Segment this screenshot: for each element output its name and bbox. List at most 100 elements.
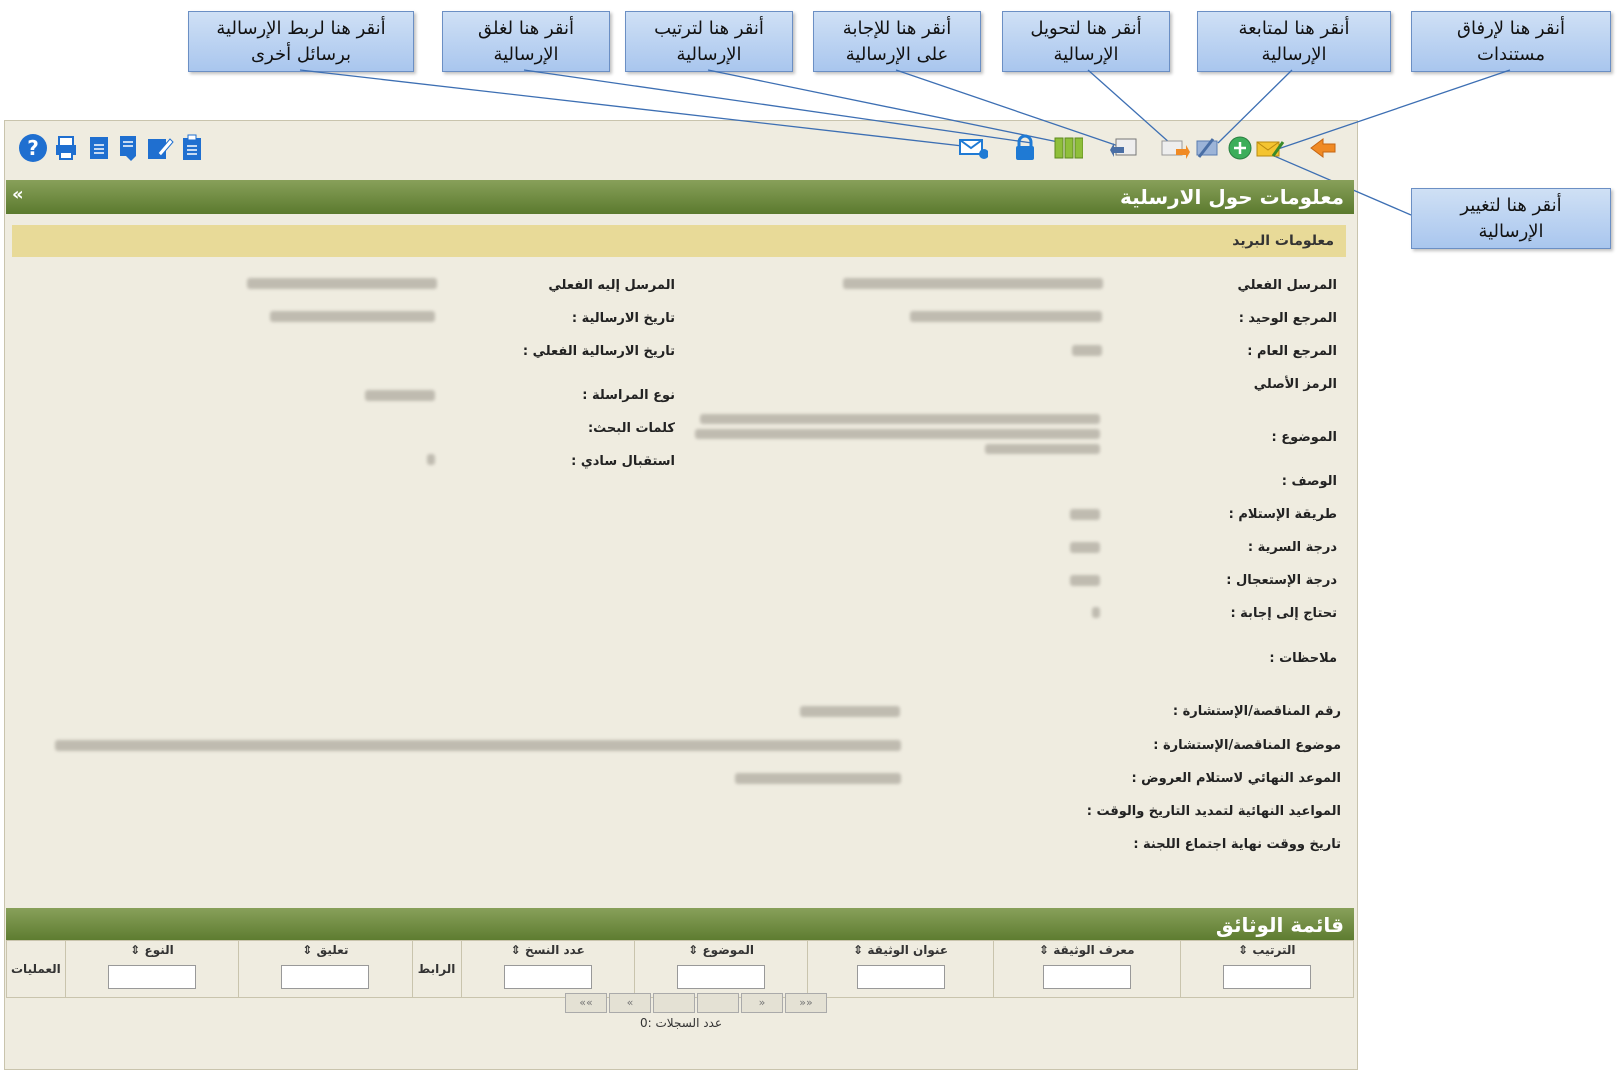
callout-line: أنقر هنا للإجابة <box>842 17 952 39</box>
label-regular: استقبال سادي : <box>571 454 675 469</box>
document-icon[interactable] <box>84 133 114 163</box>
label-urgency: درجة الإستعجال : <box>1226 573 1337 588</box>
label-tender-committee: تاريخ ووقت نهاية اجتماع اللجنة : <box>1133 837 1341 852</box>
docs-section-header[interactable]: قائمة الوثائق <box>6 908 1354 942</box>
redacted-value <box>1070 509 1100 520</box>
forward-icon[interactable] <box>1160 133 1190 163</box>
document-list-icon[interactable] <box>114 133 144 163</box>
label-original-code: الرمز الأصلي <box>1253 377 1337 392</box>
redacted-value <box>55 740 901 751</box>
col-order[interactable]: الترتيب ⇕ <box>1179 940 1355 998</box>
redacted-value <box>247 278 437 289</box>
label-subject: الموضوع : <box>1271 430 1337 445</box>
sort-icon[interactable] <box>1053 133 1083 163</box>
callout-line: الإرسالية <box>1261 43 1327 65</box>
callout-line: الإرسالية <box>493 43 559 65</box>
svg-text:?: ? <box>27 136 39 160</box>
filter-copies-input[interactable] <box>503 965 592 989</box>
pager-next-button[interactable]: » <box>741 993 783 1013</box>
pager-first-button[interactable]: «« <box>565 993 607 1013</box>
label-corr-type: نوع المراسلة : <box>582 388 675 403</box>
callout-line: برسائل أخرى <box>250 43 352 65</box>
filter-doc-id-input[interactable] <box>1042 965 1131 989</box>
reply-icon[interactable] <box>1110 133 1140 163</box>
callout-reply: أنقر هنا للإجابة على الإرسالية <box>813 11 981 72</box>
pager-page-box[interactable] <box>653 993 695 1013</box>
col-comment[interactable]: تعليق ⇕ <box>238 940 413 998</box>
info-section-header[interactable]: معلومات حول الارسلية » <box>6 180 1354 214</box>
mail-info-subheader: معلومات البريد <box>12 225 1346 257</box>
callout-line: أنقر هنا لإرفاق <box>1457 17 1565 39</box>
callout-line: أنقر هنا لتغيير <box>1460 194 1562 216</box>
filter-doc-title-input[interactable] <box>856 965 945 989</box>
filter-order-input[interactable] <box>1222 965 1311 989</box>
callout-sort: أنقر هنا لترتيب الإرسالية <box>625 11 793 72</box>
label-actual-date: تاريخ الارسالية الفعلي : <box>522 344 675 359</box>
label-ref-unique: المرجع الوحيد : <box>1238 311 1337 326</box>
collapse-icon[interactable]: » <box>12 184 24 205</box>
add-icon[interactable] <box>1225 133 1255 163</box>
table-header-row: الترتيب ⇕ معرف الوثيقة ⇕ عنوان الوثيقة ⇕… <box>6 940 1355 998</box>
col-link: الرابط <box>411 940 462 998</box>
redacted-value <box>695 429 1100 439</box>
col-type[interactable]: النوع ⇕ <box>64 940 240 998</box>
redacted-value <box>1072 345 1102 356</box>
col-actions: العمليات <box>6 940 66 998</box>
callout-line: أنقر هنا لمتابعة <box>1238 17 1350 39</box>
help-icon[interactable]: ? <box>18 133 48 163</box>
redacted-value <box>700 414 1100 424</box>
label-tender-deadline: الموعد النهائي لاستلام العروض : <box>1131 771 1341 786</box>
redacted-value <box>427 454 435 465</box>
callout-line: مستندات <box>1477 43 1545 65</box>
change-mail-icon[interactable] <box>1255 133 1285 163</box>
pager-last-button[interactable]: »» <box>785 993 827 1013</box>
label-notes: ملاحظات : <box>1269 651 1337 666</box>
documents-table: الترتيب ⇕ معرف الوثيقة ⇕ عنوان الوثيقة ⇕… <box>6 940 1355 998</box>
callout-forward: أنقر هنا لتحويل الإرسالية <box>1002 11 1170 72</box>
redacted-value <box>800 706 900 717</box>
label-ref-general: المرجع العام : <box>1247 344 1337 359</box>
callout-line: أنقر هنا لتحويل <box>1030 17 1142 39</box>
link-mail-icon[interactable] <box>958 133 988 163</box>
label-tender-subject: موضوع المناقصة/الإستشارة : <box>1153 738 1341 753</box>
filter-comment-input[interactable] <box>281 965 370 989</box>
col-doc-title[interactable]: عنوان الوثيقة ⇕ <box>807 940 994 998</box>
col-subject[interactable]: الموضوع ⇕ <box>633 940 809 998</box>
callout-line: أنقر هنا لترتيب <box>654 17 764 39</box>
back-arrow-icon[interactable] <box>1308 133 1338 163</box>
label-sender: المرسل الفعلي <box>1237 278 1337 293</box>
callout-line: على الإرسالية <box>845 43 949 65</box>
filter-type-input[interactable] <box>108 965 197 989</box>
redacted-value <box>843 278 1103 289</box>
label-secrecy: درجة السرية : <box>1247 540 1337 555</box>
redacted-value <box>1070 575 1100 586</box>
redacted-value <box>1092 607 1100 618</box>
col-doc-id[interactable]: معرف الوثيقة ⇕ <box>992 940 1181 998</box>
label-description: الوصف : <box>1281 474 1337 489</box>
callout-attach: أنقر هنا لإرفاق مستندات <box>1411 11 1611 72</box>
info-section-title: معلومات حول الارسلية <box>1120 185 1344 209</box>
callout-line: الإرسالية <box>1053 43 1119 65</box>
docs-section-title: قائمة الوثائق <box>1215 913 1344 937</box>
pager-prev-button[interactable]: « <box>609 993 651 1013</box>
redacted-value <box>910 311 1102 322</box>
print-icon[interactable] <box>51 133 81 163</box>
lock-icon[interactable] <box>1010 133 1040 163</box>
records-count: عدد السجلات :0 <box>640 1016 723 1030</box>
follow-icon[interactable] <box>1193 133 1223 163</box>
clipboard-icon[interactable] <box>177 133 207 163</box>
callout-close: أنقر هنا لغلق الإرسالية <box>442 11 610 72</box>
pager-page-box[interactable] <box>697 993 739 1013</box>
pagination: «« « » »» <box>565 993 827 1013</box>
callout-change: أنقر هنا لتغيير الإرسالية <box>1411 188 1611 249</box>
label-keywords: كلمات البحث: <box>587 421 675 436</box>
redacted-value <box>735 773 901 784</box>
edit-icon[interactable] <box>145 133 175 163</box>
col-copies[interactable]: عدد النسخ ⇕ <box>460 940 635 998</box>
label-needs-reply: تحتاج إلى إجابة : <box>1230 606 1337 621</box>
filter-subject-input[interactable] <box>677 965 766 989</box>
callout-line: أنقر هنا لربط الإرسالية <box>216 17 386 39</box>
label-date: تاريخ الارسالية : <box>571 311 675 326</box>
label-receive-method: طريقة الإستلام : <box>1228 507 1337 522</box>
label-recipient: المرسل إليه الفعلي <box>548 278 675 293</box>
